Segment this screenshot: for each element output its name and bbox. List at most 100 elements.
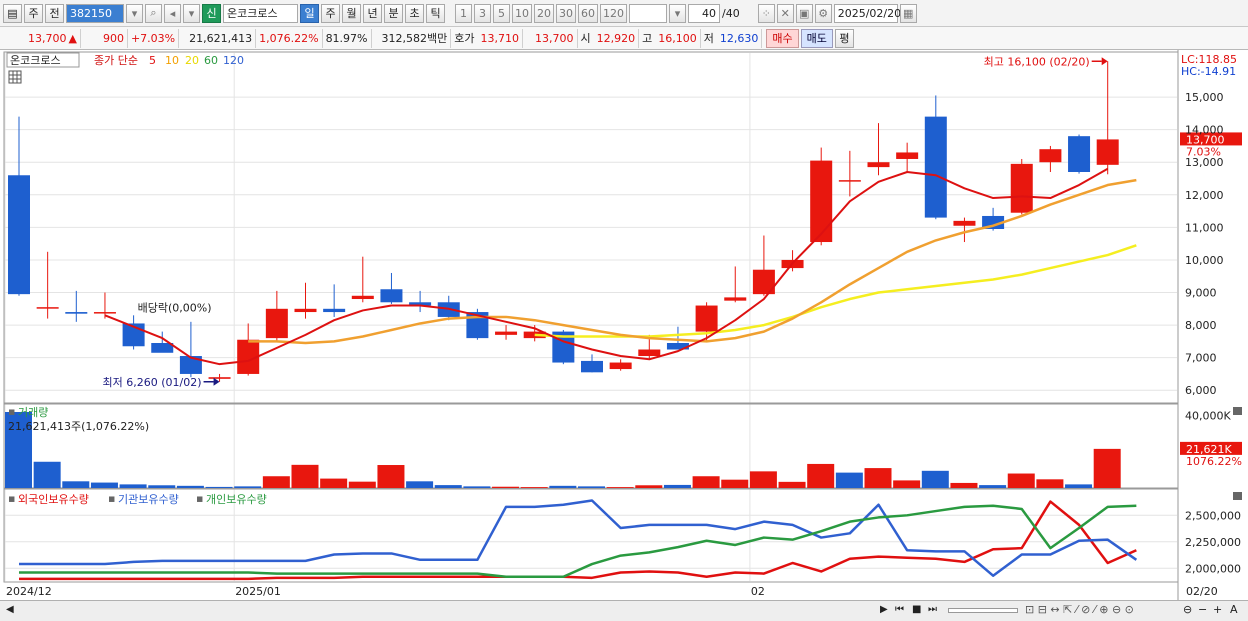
grid-tool-icon[interactable]: ⁘: [757, 3, 775, 23]
last-volume-pct-label: 1076.22%: [1186, 455, 1242, 468]
annotation-label: 최저 6,260 (01/02): [103, 376, 202, 389]
volume-bar: [950, 482, 978, 488]
low-label: 저: [703, 32, 714, 45]
candle-body: [36, 307, 59, 309]
code-dropdown-icon[interactable]: ▾: [126, 3, 143, 23]
table-toggle-icon[interactable]: [8, 70, 22, 84]
date-input[interactable]: 2025/02/20: [833, 3, 901, 23]
interval-5[interactable]: 5: [493, 3, 510, 23]
legend-ma5: 5: [149, 54, 156, 67]
ask-price-1: 13,710: [478, 28, 523, 48]
candle-body: [896, 152, 919, 159]
drawing-tools-icon[interactable]: ⊡ ⊟ ↔ ⇱ ⁄ ⊘ ⁄ ⊕ ⊖ ⊙: [1025, 603, 1134, 616]
volume-bar: [549, 485, 577, 488]
auto-scale-icon[interactable]: A: [1230, 603, 1238, 616]
volume-panel-close-icon[interactable]: [1233, 407, 1242, 415]
zoom-out-icon[interactable]: ⊖: [1183, 603, 1192, 616]
current-price: 13,700: [28, 31, 67, 45]
count-total: /40: [722, 6, 740, 20]
x-tick-label: 02: [751, 585, 765, 598]
candle-body: [638, 349, 661, 357]
period-second[interactable]: 초: [405, 3, 424, 23]
period-minute[interactable]: 분: [384, 3, 403, 23]
volume-bar: [721, 479, 749, 488]
price-change-pct: +7.03%: [128, 28, 180, 48]
market-button[interactable]: 주: [24, 3, 43, 23]
plus-icon[interactable]: +: [1213, 603, 1222, 616]
scroll-left-icon[interactable]: ◀: [6, 604, 14, 615]
chart-area[interactable]: 최고 16,100 (02/20) 최저 6,260 (01/02) 배당락(0,0…: [0, 50, 1248, 600]
volume-bar: [434, 485, 462, 488]
code-input[interactable]: 382150: [66, 3, 124, 23]
volume-tick-label: 40,000K: [1185, 410, 1231, 423]
volume-bar: [234, 486, 262, 488]
holdings-tick-label: 2,500,000: [1185, 509, 1241, 522]
price-tick-label: 15,000: [1185, 91, 1224, 104]
stop-icon[interactable]: ■: [912, 604, 921, 615]
scroll-last-icon[interactable]: ⏭: [928, 604, 937, 615]
period-day[interactable]: 일: [300, 3, 319, 23]
period-month[interactable]: 월: [342, 3, 361, 23]
sell-button[interactable]: 매도: [800, 28, 833, 48]
price-tick-label: 9,000: [1185, 287, 1217, 300]
interval-120[interactable]: 120: [600, 3, 627, 23]
volume-bar: [62, 481, 90, 488]
volume-bar: [33, 461, 61, 488]
annotation-label: 배당락(0,00%): [138, 301, 212, 314]
speaker-icon[interactable]: ◂: [164, 3, 181, 23]
scroll-right-icon[interactable]: ▶: [880, 604, 888, 615]
volume-bar: [176, 485, 204, 488]
zoom-slider[interactable]: [948, 608, 1018, 613]
candle-body: [1010, 163, 1033, 213]
window-menu-icon[interactable]: ▤: [3, 3, 22, 23]
volume-bar: [320, 478, 348, 488]
candle-body: [323, 308, 346, 313]
options-dropdown-icon[interactable]: ▾: [183, 3, 200, 23]
calendar-icon[interactable]: ▦: [899, 3, 917, 23]
interval-dropdown-icon[interactable]: ▾: [669, 3, 686, 23]
candle-body: [924, 116, 947, 218]
minus-icon[interactable]: −: [1198, 603, 1207, 616]
custom-interval-input[interactable]: [629, 3, 667, 23]
volume-bar: [377, 465, 405, 488]
volume-bar: [262, 476, 290, 488]
stock-name[interactable]: 온코크로스: [223, 3, 298, 23]
holdings-panel-close-icon[interactable]: [1233, 492, 1242, 500]
volume-pct: 1,076.22%: [256, 28, 323, 48]
hc-label: HC:-14.91: [1181, 65, 1236, 78]
gear-icon[interactable]: ⚙: [814, 3, 832, 23]
period-week[interactable]: 주: [321, 3, 340, 23]
volume-bar: [463, 486, 491, 488]
avg-button[interactable]: 평: [834, 28, 854, 48]
buy-button[interactable]: 매수: [766, 28, 799, 48]
draw-tool-icon[interactable]: ✕: [776, 3, 794, 23]
interval-20[interactable]: 20: [534, 3, 554, 23]
candle-body: [810, 160, 833, 243]
interval-1[interactable]: 1: [455, 3, 472, 23]
interval-3[interactable]: 3: [474, 3, 491, 23]
period-tick[interactable]: 틱: [426, 3, 445, 23]
volume-bar: [348, 481, 376, 488]
candle-body: [1039, 149, 1062, 163]
interval-60[interactable]: 60: [578, 3, 598, 23]
interval-10[interactable]: 10: [512, 3, 532, 23]
price-tick-label: 6,000: [1185, 384, 1217, 397]
search-icon[interactable]: ⌕: [145, 3, 162, 23]
volume-title-mark: ▪: [8, 405, 15, 418]
interval-30[interactable]: 30: [556, 3, 576, 23]
legend-ma-label: 종가 단순: [94, 54, 138, 67]
candle-body: [294, 308, 317, 313]
prev-button[interactable]: 전: [45, 3, 64, 23]
candle-body: [208, 377, 231, 379]
svg-text:▪: ▪: [8, 492, 15, 505]
turnover-rate: 81.97%: [323, 28, 372, 48]
scroll-first-icon[interactable]: ⏮: [895, 604, 904, 615]
volume-bar: [835, 472, 863, 488]
volume-bar: [119, 484, 147, 488]
candle-body: [265, 308, 288, 339]
period-year[interactable]: 년: [363, 3, 382, 23]
volume-bar: [90, 482, 118, 488]
count-input[interactable]: 40: [688, 3, 720, 23]
price-tick-label: 11,000: [1185, 221, 1224, 234]
save-icon[interactable]: ▣: [795, 3, 813, 23]
